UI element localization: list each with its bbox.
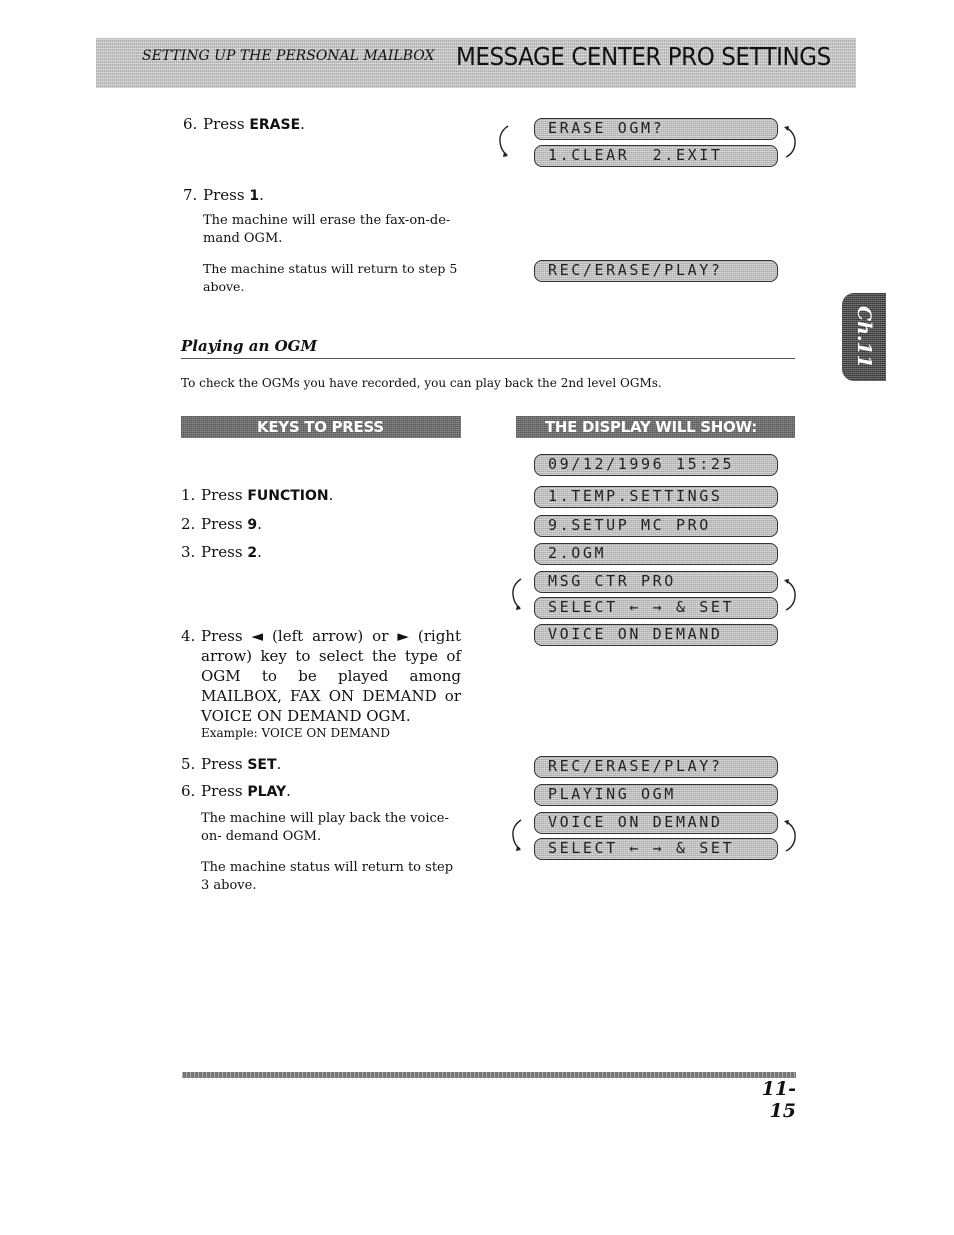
page-number: 11-15 bbox=[761, 1078, 796, 1122]
keys-to-press-banner: KEYS TO PRESS bbox=[181, 416, 461, 438]
lcd-display: REC/ERASE/PLAY? bbox=[534, 260, 778, 282]
play-note-1: The machine will play back the voice-on-… bbox=[201, 811, 449, 844]
key-name: ERASE bbox=[249, 117, 301, 133]
loop-arrow-left-icon bbox=[510, 818, 524, 854]
chapter-tab-label: Ch.11 bbox=[853, 306, 875, 368]
key-name: SET bbox=[247, 757, 277, 773]
heading-rule bbox=[181, 358, 795, 359]
key-name: 1 bbox=[249, 188, 260, 204]
play-step-1: 1. Press FUNCTION. bbox=[181, 486, 334, 504]
lcd-display: 09/12/1996 15:25 bbox=[534, 454, 778, 476]
lcd-display: VOICE ON DEMAND bbox=[534, 812, 778, 834]
play-step-4: 4. Press ◄ (left arrow) or ► (right arro… bbox=[181, 627, 461, 725]
loop-arrow-right-icon bbox=[784, 577, 798, 613]
lcd-display: ERASE OGM? bbox=[534, 118, 778, 140]
section-title: SETTING UP THE PERSONAL MAILBOX bbox=[142, 48, 435, 64]
play-step-2: 2. Press 9. bbox=[181, 515, 262, 533]
erase-note-2: The machine status will return to step 5… bbox=[203, 261, 458, 294]
intro-text: To check the OGMs you have recorded, you… bbox=[181, 376, 662, 390]
loop-arrow-right-icon bbox=[784, 124, 798, 160]
play-step-3: 3. Press 2. bbox=[181, 543, 262, 561]
play-step-6: 6. Press PLAY. bbox=[181, 782, 291, 800]
lcd-display: REC/ERASE/PLAY? bbox=[534, 756, 778, 778]
key-name: FUNCTION bbox=[247, 488, 329, 504]
erase-step-7: 7. Press 1. bbox=[183, 186, 264, 204]
lcd-display: 2.OGM bbox=[534, 543, 778, 565]
lcd-display: 1.TEMP.SETTINGS bbox=[534, 486, 778, 508]
loop-arrow-right-icon bbox=[784, 818, 798, 854]
lcd-display: SELECT ← → & SET bbox=[534, 838, 778, 860]
play-step-5: 5. Press SET. bbox=[181, 755, 282, 773]
chapter-tab: Ch.11 bbox=[842, 293, 886, 381]
lcd-display: PLAYING OGM bbox=[534, 784, 778, 806]
footer-rule bbox=[182, 1072, 796, 1078]
key-name: PLAY bbox=[247, 784, 287, 800]
erase-step-6: 6. Press ERASE. bbox=[183, 115, 305, 133]
key-name: 2 bbox=[247, 545, 258, 561]
lcd-display: SELECT ← → & SET bbox=[534, 597, 778, 619]
erase-note-1: The machine will erase the fax-on-de- ma… bbox=[203, 213, 451, 246]
lcd-display: 1.CLEAR 2.EXIT bbox=[534, 145, 778, 167]
section-heading: Playing an OGM bbox=[181, 337, 318, 355]
loop-arrow-left-icon bbox=[510, 577, 524, 613]
play-note-2: The machine status will return to step 3… bbox=[201, 860, 454, 893]
lcd-display: 9.SETUP MC PRO bbox=[534, 515, 778, 537]
lcd-display: VOICE ON DEMAND bbox=[534, 624, 778, 646]
lcd-display: MSG CTR PRO bbox=[534, 571, 778, 593]
key-name: 9 bbox=[247, 517, 258, 533]
display-will-show-banner: THE DISPLAY WILL SHOW: bbox=[516, 416, 795, 438]
page-title: MESSAGE CENTER PRO SETTINGS bbox=[456, 42, 831, 71]
loop-arrow-left-icon bbox=[497, 124, 511, 160]
example-text: Example: VOICE ON DEMAND bbox=[201, 726, 390, 740]
